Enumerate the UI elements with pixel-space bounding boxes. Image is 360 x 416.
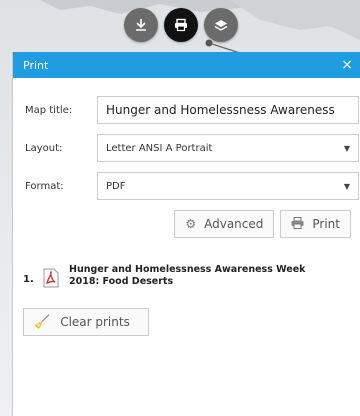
chevron-down-icon: ▼ (343, 181, 350, 191)
layout-value: Letter ANSI A Portrait (106, 142, 213, 154)
print-item-link[interactable]: Hunger and Homelessness Awareness Week 2… (69, 264, 339, 288)
map-title-label: Map title: (25, 104, 73, 116)
clear-prints-label: Clear prints (60, 315, 130, 329)
pdf-icon (43, 268, 59, 288)
gear-icon: ⚙ (185, 217, 197, 231)
clear-prints-button[interactable]: 🧹 Clear prints (23, 308, 149, 336)
layout-select[interactable]: Letter ANSI A Portrait ▼ (97, 134, 359, 162)
panel-header: Print × (13, 52, 360, 78)
advanced-button[interactable]: ⚙ Advanced (174, 210, 275, 238)
advanced-label: Advanced (204, 217, 264, 231)
broom-icon: 🧹 (34, 314, 51, 330)
format-value: PDF (106, 180, 126, 192)
printer-icon (291, 216, 304, 232)
print-item-index: 1. (23, 274, 34, 285)
chevron-down-icon: ▼ (343, 143, 350, 153)
format-select[interactable]: PDF ▼ (97, 172, 359, 200)
print-label: Print (312, 217, 340, 231)
print-panel: Print × Map title: Hunger and Homelessne… (12, 52, 360, 416)
format-label: Format: (25, 180, 64, 192)
list-item[interactable]: 1. Hunger and Homelessness Awareness Wee… (13, 264, 360, 288)
panel-title: Print (23, 58, 49, 72)
print-button[interactable]: Print (280, 210, 351, 238)
layout-label: Layout: (25, 142, 63, 154)
map-title-input[interactable]: Hunger and Homelessness Awareness (97, 96, 359, 124)
close-icon[interactable]: × (341, 58, 353, 72)
